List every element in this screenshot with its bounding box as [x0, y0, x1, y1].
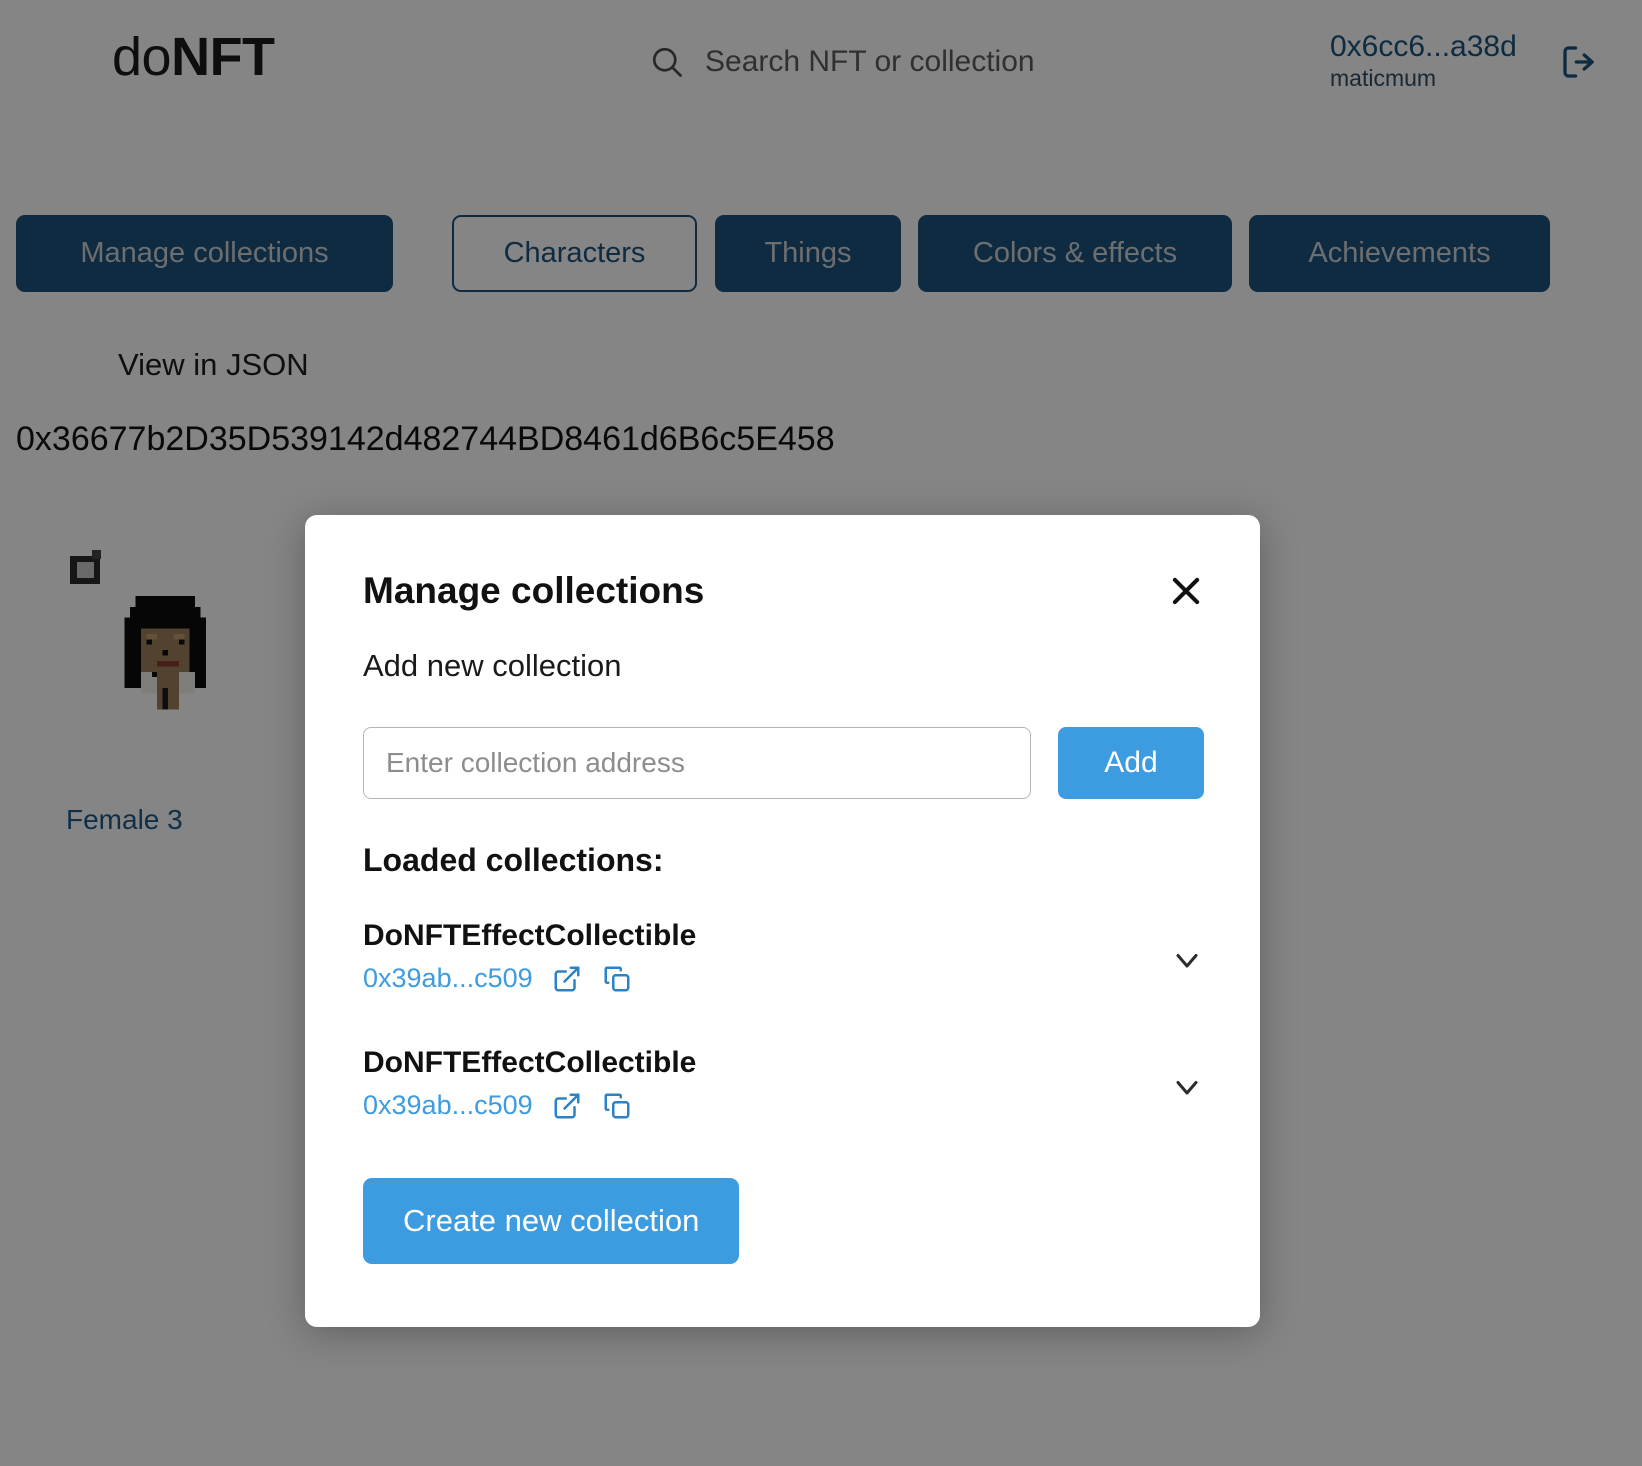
collection-address[interactable]: 0x39ab...c509	[363, 963, 533, 994]
close-icon[interactable]	[1162, 567, 1210, 615]
modal-overlay[interactable]: Manage collections Add new collection Ad…	[0, 0, 1642, 1466]
collection-address-input[interactable]	[363, 727, 1031, 799]
loaded-collections-list: DoNFTEffectCollectible 0x39ab...c509 DoN…	[363, 915, 1210, 1169]
page-root: doNFT Search NFT or collection 0x6cc6...…	[0, 0, 1642, 1466]
add-collection-row: Add	[363, 727, 1204, 799]
collection-name: DoNFTEffectCollectible	[363, 919, 697, 952]
collection-row[interactable]: DoNFTEffectCollectible 0x39ab...c509	[363, 1042, 1210, 1169]
collection-info: DoNFTEffectCollectible 0x39ab...c509	[363, 915, 696, 995]
collection-info: DoNFTEffectCollectible 0x39ab...c509	[363, 1042, 696, 1122]
collection-address-row: 0x39ab...c509	[363, 1090, 696, 1122]
create-new-collection-button[interactable]: Create new collection	[363, 1178, 740, 1264]
chevron-down-icon[interactable]	[1164, 1064, 1210, 1110]
copy-icon[interactable]	[601, 1090, 633, 1122]
collection-address-row: 0x39ab...c509	[363, 963, 696, 995]
collection-row[interactable]: DoNFTEffectCollectible 0x39ab...c509	[363, 915, 1210, 1042]
add-button[interactable]: Add	[1058, 727, 1204, 799]
external-link-icon[interactable]	[551, 963, 583, 995]
manage-collections-modal: Manage collections Add new collection Ad…	[305, 515, 1260, 1327]
collection-name: DoNFTEffectCollectible	[363, 1046, 697, 1079]
chevron-down-icon[interactable]	[1164, 937, 1210, 983]
add-collection-label: Add new collection	[363, 648, 622, 683]
collection-address[interactable]: 0x39ab...c509	[363, 1090, 533, 1121]
loaded-collections-label: Loaded collections:	[363, 842, 664, 878]
modal-header: Manage collections	[363, 567, 1210, 615]
modal-title: Manage collections	[363, 570, 705, 611]
copy-icon[interactable]	[601, 963, 633, 995]
external-link-icon[interactable]	[551, 1090, 583, 1122]
